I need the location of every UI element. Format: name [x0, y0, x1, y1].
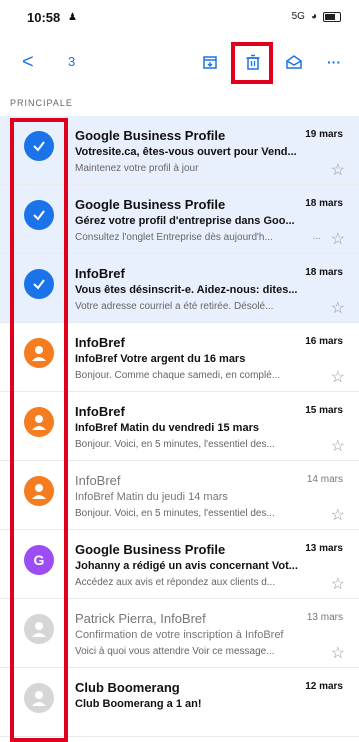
email-date: 13 mars: [306, 612, 343, 623]
email-date: 13 mars: [305, 543, 343, 554]
more-options-icon[interactable]: ···: [322, 50, 346, 74]
star-icon[interactable]: ☆: [331, 298, 345, 318]
status-bar: 10:58 ♟ 5G ◕: [0, 0, 359, 36]
email-date: 18 mars: [305, 198, 343, 209]
email-snippet: Voici à quoi vous attendre Voir ce messa…: [75, 646, 275, 657]
star-icon[interactable]: ☆: [331, 574, 345, 594]
email-sender: Google Business Profile: [75, 128, 226, 143]
email-snippet: Votre adresse courriel a été retirée. Dé…: [75, 301, 274, 312]
email-subject: Gérez votre profil d'entreprise dans Goo…: [75, 215, 295, 227]
email-snippet: Accédez aux avis et répondez aux clients…: [75, 577, 276, 588]
email-sender: InfoBref: [75, 335, 125, 350]
email-date: 19 mars: [305, 129, 343, 140]
battery-icon: [323, 11, 341, 22]
email-sender: Google Business Profile: [75, 542, 226, 557]
star-icon[interactable]: ☆: [331, 367, 345, 387]
email-sender: InfoBref: [75, 473, 121, 488]
email-subject: Johanny a rédigé un avis concernant Vot.…: [75, 560, 298, 572]
star-icon[interactable]: ☆: [331, 505, 345, 525]
email-date: 16 mars: [305, 336, 343, 347]
email-sender: Google Business Profile: [75, 197, 226, 212]
selected-count: 3: [68, 54, 76, 69]
selection-highlight-box: [10, 118, 68, 742]
email-subject: InfoBref Matin du jeudi 14 mars: [75, 491, 228, 503]
star-icon[interactable]: ☆: [331, 643, 345, 663]
network-label: 5G: [291, 11, 305, 22]
email-subject: InfoBref Votre argent du 16 mars: [75, 353, 246, 365]
email-snippet: Maintenez votre profil à jour: [75, 163, 199, 174]
section-label: PRINCIPALE: [10, 98, 73, 108]
email-snippet: Bonjour. Comme chaque samedi, en complé.…: [75, 370, 281, 381]
archive-button[interactable]: [198, 50, 222, 74]
email-snippet: Bonjour. Voici, en 5 minutes, l'essentie…: [75, 439, 275, 450]
star-icon[interactable]: ☆: [331, 229, 345, 249]
email-sender: Club Boomerang: [75, 680, 180, 695]
email-date: 18 mars: [305, 267, 343, 278]
email-subject: Club Boomerang a 1 an!: [75, 698, 202, 710]
archive-icon: [203, 56, 217, 69]
star-icon[interactable]: ☆: [331, 436, 345, 456]
back-button[interactable]: <: [22, 52, 34, 72]
ellipsis-icon: ...: [312, 231, 321, 242]
star-icon[interactable]: ☆: [331, 160, 345, 180]
email-snippet: Consultez l'onglet Entreprise dès aujour…: [75, 232, 273, 243]
email-date: 12 mars: [305, 681, 343, 692]
email-subject: Vous êtes désinscrit-e. Aidez-nous: dite…: [75, 284, 298, 296]
email-subject: Votresite.ca, êtes-vous ouvert pour Vend…: [75, 146, 297, 158]
status-right: 5G ◕: [292, 11, 341, 22]
email-subject: Confirmation de votre inscription à Info…: [75, 629, 284, 641]
email-date: 14 mars: [306, 474, 343, 485]
open-envelope-icon: [286, 55, 302, 69]
toolbar: < 3 ···: [0, 42, 359, 82]
mark-read-button[interactable]: [282, 50, 306, 74]
person-icon: ♟: [68, 12, 77, 23]
email-date: 15 mars: [305, 405, 343, 416]
email-sender: InfoBref: [75, 266, 125, 281]
wifi-icon: ◕: [310, 11, 317, 22]
email-subject: InfoBref Matin du vendredi 15 mars: [75, 422, 259, 434]
trash-highlight-box: [231, 42, 273, 84]
status-time: 10:58: [27, 10, 61, 25]
email-sender: InfoBref: [75, 404, 125, 419]
email-snippet: Bonjour. Voici, en 5 minutes, l'essentie…: [75, 508, 275, 519]
email-sender: Patrick Pierra, InfoBref: [75, 611, 206, 626]
